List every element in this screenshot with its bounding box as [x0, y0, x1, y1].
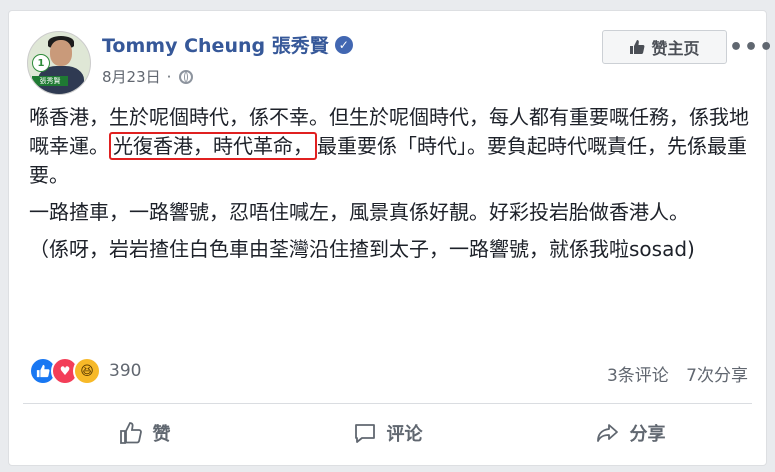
author-name[interactable]: Tommy Cheung 張秀賢 ✓ [102, 31, 353, 58]
post-paragraph: 一路揸車，一路響號，忍唔住喊左，風景真係好靚。好彩投岩胎做香港人。 [29, 200, 689, 224]
comment-bubble-icon [354, 424, 375, 443]
like-page-button[interactable]: 赞主页 [602, 30, 727, 64]
post-paragraph: （係呀，岩岩揸住白色車由荃灣沿住揸到太子，一路響號，就係我啦sosad) [29, 237, 695, 261]
more-options-icon[interactable]: ••• [729, 35, 774, 60]
like-page-label: 赞主页 [651, 39, 700, 58]
reactions-summary[interactable]: ♥ 😆 390 [29, 357, 141, 385]
post-card: 1 張秀賢 Tommy Cheung 張秀賢 ✓ 8月23日 · 赞主页 •••… [8, 10, 773, 466]
share-count[interactable]: 7次分享 [686, 366, 748, 386]
share-arrow-icon [596, 424, 618, 442]
avatar-face [50, 40, 72, 66]
comment-count[interactable]: 3条评论 [607, 366, 669, 386]
post-paragraph: 喺香港，生於呢個時代，係不幸。但生於呢個時代，每人都有重要嘅任務，係我地嘅幸運。… [29, 103, 754, 190]
reaction-count[interactable]: 390 [109, 361, 141, 381]
haha-reaction-icon: 😆 [73, 357, 101, 385]
post-meta: 8月23日 · [102, 66, 194, 87]
verified-badge-icon: ✓ [334, 35, 353, 54]
comment-button[interactable]: 评论 [266, 411, 509, 455]
share-button[interactable]: 分享 [509, 411, 752, 455]
avatar[interactable]: 1 張秀賢 [27, 31, 91, 95]
author-name-text[interactable]: Tommy Cheung 張秀賢 [102, 31, 329, 58]
engagement-stats: 3条评论 7次分享 [607, 361, 748, 386]
like-thumb-icon [630, 40, 645, 54]
share-label: 分享 [629, 424, 666, 445]
avatar-number-badge: 1 [32, 54, 50, 72]
like-label: 赞 [152, 424, 171, 445]
post-date[interactable]: 8月23日 [102, 66, 161, 87]
like-thumb-icon [119, 422, 142, 444]
highlighted-phrase: 光復香港，時代革命， [109, 132, 317, 160]
avatar-logo: 張秀賢 [32, 76, 68, 86]
divider [23, 403, 752, 404]
comment-label: 评论 [386, 424, 423, 445]
action-bar: 赞 评论 分享 [23, 411, 752, 455]
post-body: 喺香港，生於呢個時代，係不幸。但生於呢個時代，每人都有重要嘅任務，係我地嘅幸運。… [29, 103, 754, 272]
globe-icon[interactable] [179, 69, 194, 84]
like-button[interactable]: 赞 [23, 411, 266, 455]
